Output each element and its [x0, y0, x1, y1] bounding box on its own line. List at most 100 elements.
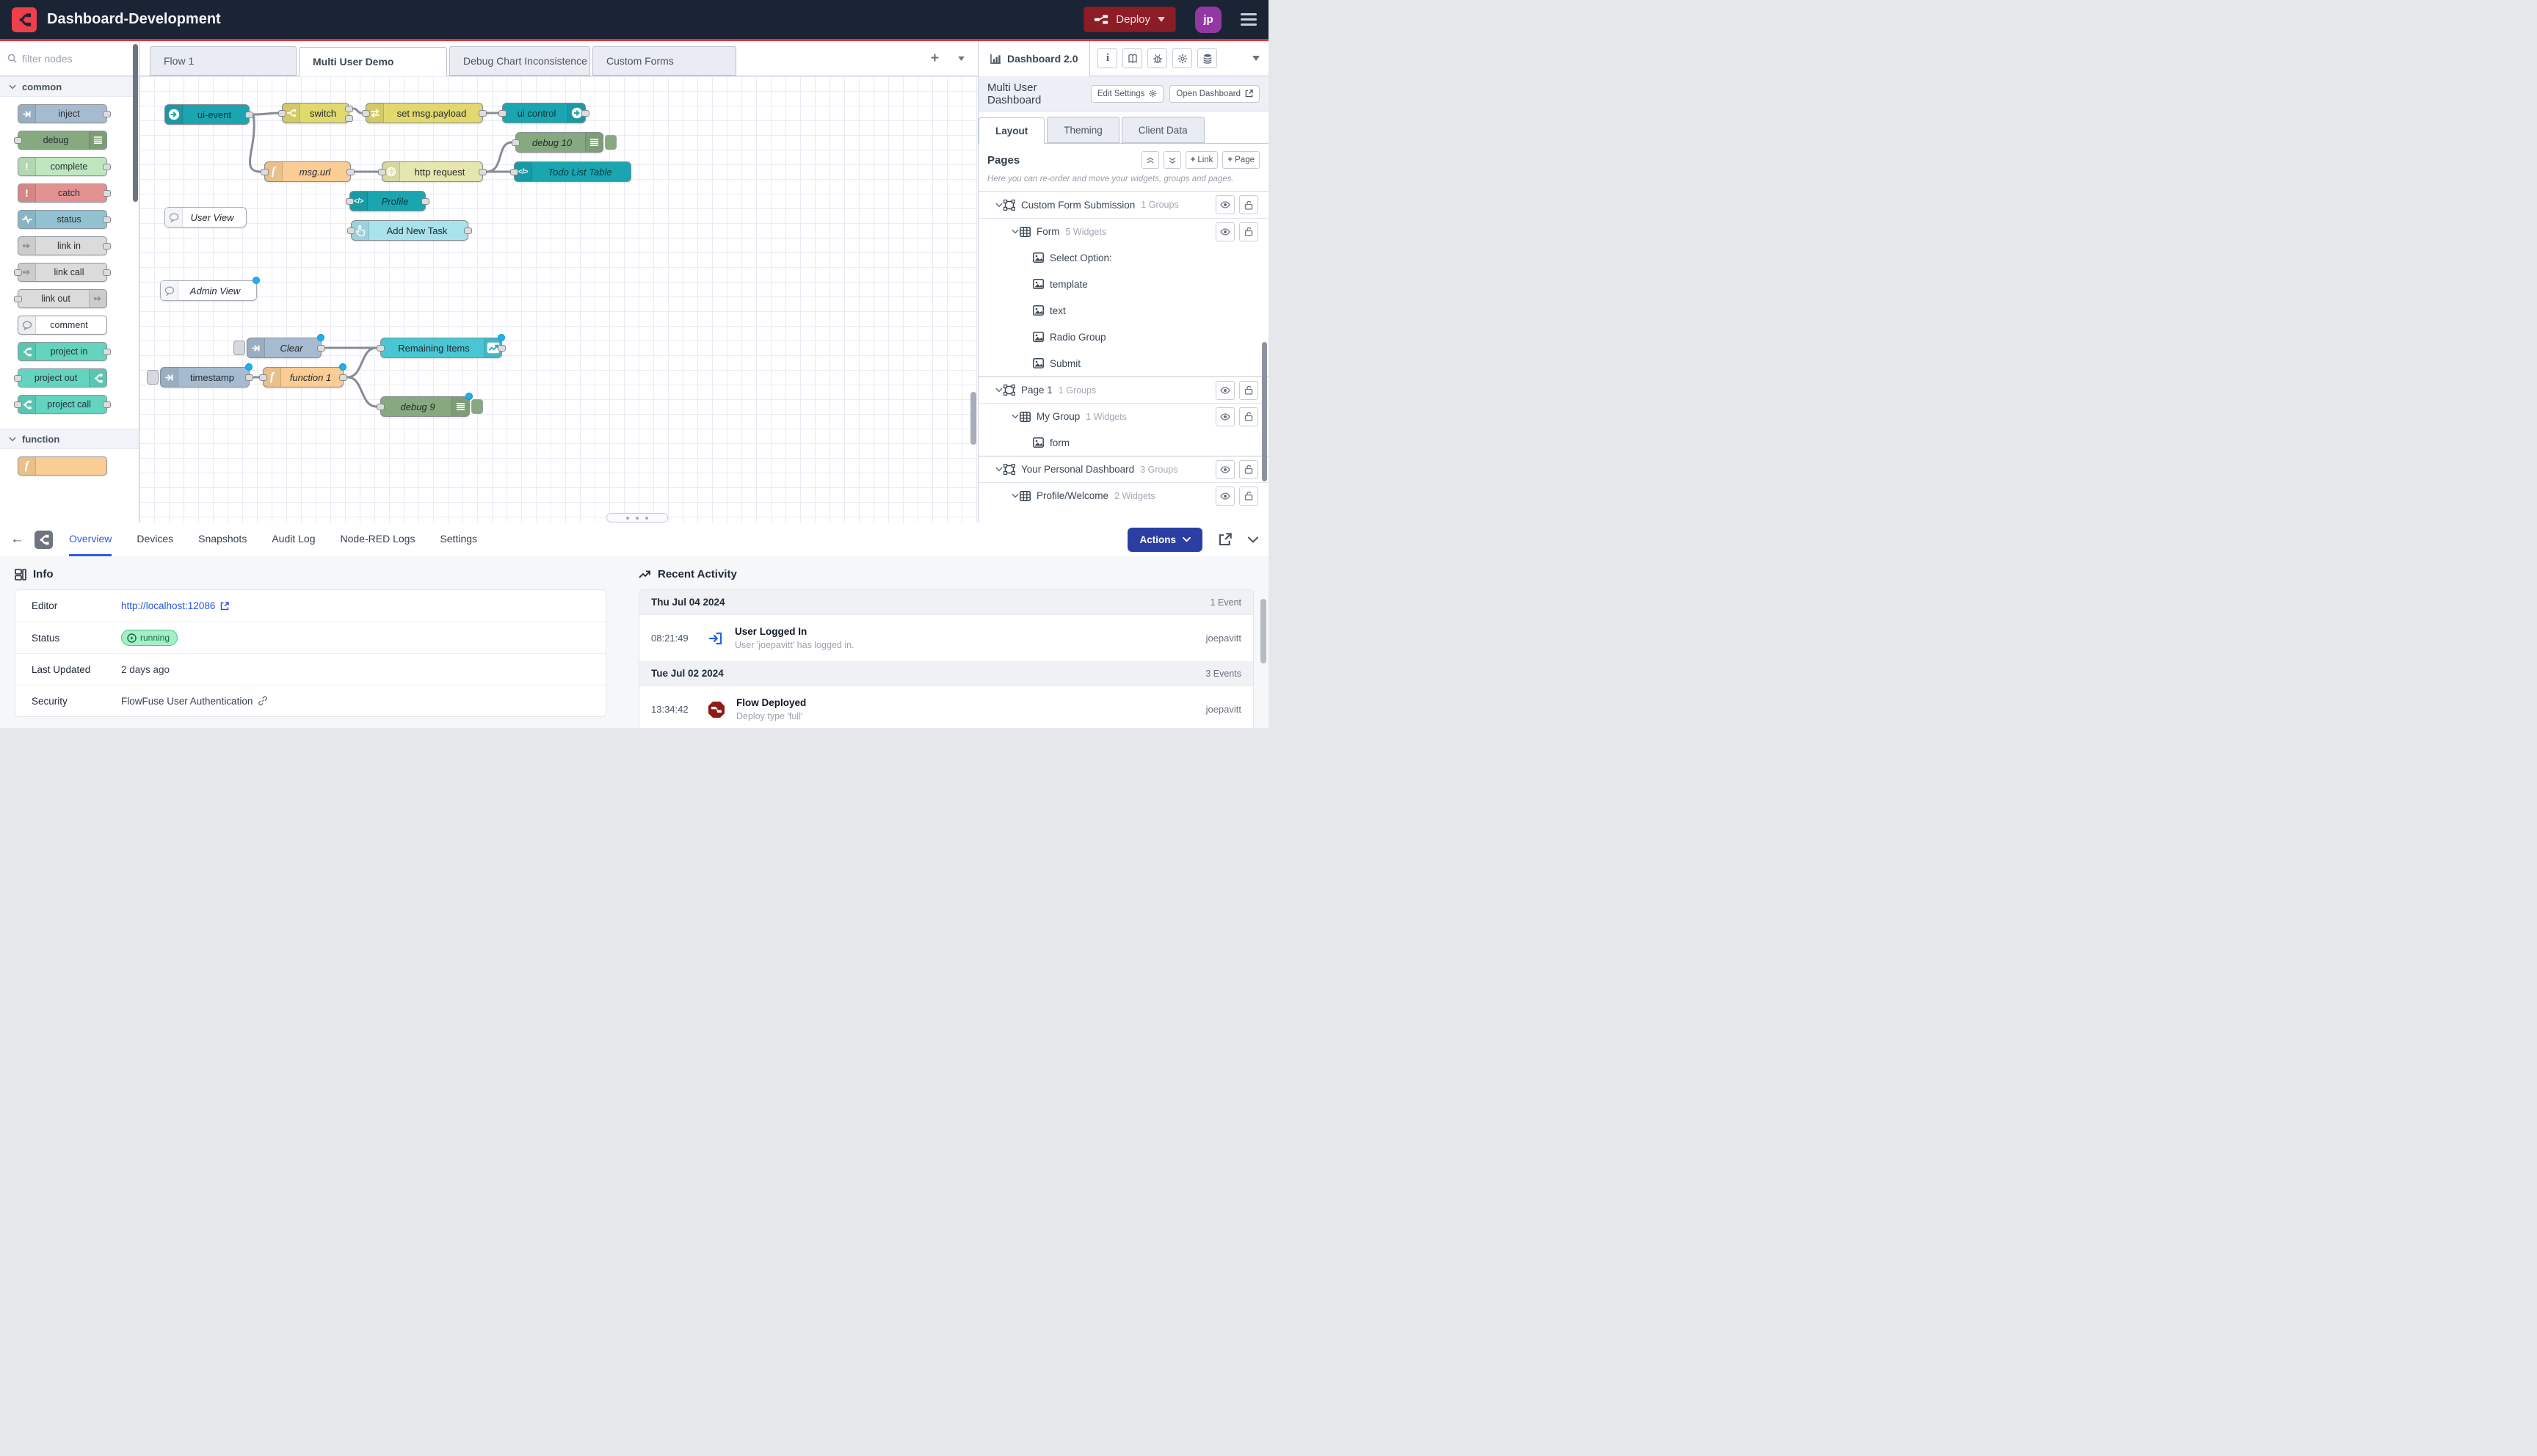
clear-button[interactable]: [233, 341, 245, 355]
edit-settings-button[interactable]: Edit Settings: [1091, 85, 1164, 103]
palette-node-project-call[interactable]: project call: [18, 395, 107, 414]
node-switch[interactable]: switch: [282, 103, 349, 123]
debug-bug-icon[interactable]: [1147, 48, 1167, 68]
back-arrow-icon[interactable]: ←: [10, 531, 24, 547]
output-port[interactable]: [317, 345, 325, 352]
palette-node-project-out[interactable]: project out: [18, 368, 107, 387]
palette-node-comment[interactable]: comment: [18, 316, 107, 335]
lock-toggle[interactable]: [1239, 460, 1258, 479]
open-editor-icon[interactable]: [1219, 533, 1232, 546]
node-clear[interactable]: Clear: [247, 338, 322, 358]
collapse-panel-icon[interactable]: [1248, 536, 1258, 543]
node-profile[interactable]: </>Profile: [349, 191, 426, 211]
input-port[interactable]: [346, 198, 354, 205]
input-port[interactable]: [261, 169, 269, 175]
debug-10-button[interactable]: [605, 135, 617, 150]
output-port[interactable]: [479, 110, 487, 117]
visibility-toggle[interactable]: [1216, 222, 1235, 241]
move-up-button[interactable]: [1142, 151, 1159, 169]
palette-node-link-out[interactable]: link out: [18, 289, 107, 308]
tree-item-template[interactable]: template: [979, 271, 1268, 297]
main-menu-icon[interactable]: [1241, 13, 1257, 26]
instance-tab-snapshots[interactable]: Snapshots: [198, 523, 247, 556]
visibility-toggle[interactable]: [1216, 407, 1235, 426]
output-port[interactable]: [581, 110, 589, 117]
input-port[interactable]: [510, 169, 518, 175]
flow-tab-debug-chart-inconsistence-s[interactable]: Debug Chart Inconsistence S: [449, 46, 590, 76]
output-port[interactable]: [245, 112, 253, 118]
output-port[interactable]: [245, 374, 253, 381]
instance-tab-audit-log[interactable]: Audit Log: [272, 523, 315, 556]
tree-item-select-option[interactable]: Select Option:: [979, 244, 1268, 271]
add-flow-button[interactable]: +: [931, 51, 939, 65]
palette-node-status[interactable]: status: [18, 210, 107, 229]
output-port[interactable]: [103, 349, 111, 355]
node-msg-url[interactable]: fmsg.url: [264, 161, 351, 182]
flow-list-caret-icon[interactable]: [958, 57, 965, 61]
comment-user-view[interactable]: User View: [164, 207, 247, 228]
node-function-1[interactable]: ffunction 1: [263, 367, 344, 387]
node-ui-event[interactable]: ui-event: [164, 104, 250, 125]
comment-admin-view[interactable]: Admin View: [160, 280, 257, 301]
output-port[interactable]: [103, 164, 111, 170]
output-port[interactable]: [464, 228, 472, 234]
output-port[interactable]: [103, 190, 111, 197]
palette-node-inject[interactable]: inject: [18, 104, 107, 123]
node-set-msg-payload[interactable]: set msg.payload: [366, 103, 483, 123]
flow-tab-custom-forms[interactable]: Custom Forms: [592, 46, 736, 76]
palette-node-complete[interactable]: !complete: [18, 157, 107, 176]
output-port[interactable]: [479, 169, 487, 175]
info-tab-button[interactable]: i: [1097, 48, 1117, 68]
node-debug-9[interactable]: debug 9: [380, 396, 470, 417]
panel-resize-handle[interactable]: [606, 513, 668, 523]
sidebar-menu-caret-icon[interactable]: [1252, 56, 1260, 61]
node-todo-list-table[interactable]: </>Todo List Table: [514, 161, 631, 182]
palette-search[interactable]: filter nodes: [0, 41, 139, 76]
node-add-new-task[interactable]: Add New Task: [351, 220, 468, 241]
palette-scrollbar[interactable]: [133, 44, 138, 202]
input-port[interactable]: [14, 375, 22, 382]
help-book-icon[interactable]: [1122, 48, 1142, 68]
palette-node-debug[interactable]: debug: [18, 131, 107, 150]
visibility-toggle[interactable]: [1216, 487, 1235, 506]
output-port[interactable]: [345, 106, 353, 112]
output-port[interactable]: [421, 198, 429, 205]
input-port[interactable]: [512, 139, 520, 146]
input-port[interactable]: [377, 345, 385, 352]
deploy-button[interactable]: Deploy: [1084, 7, 1176, 32]
instance-tab-devices[interactable]: Devices: [137, 523, 173, 556]
output-port[interactable]: [498, 345, 506, 352]
input-port[interactable]: [259, 374, 267, 381]
lock-toggle[interactable]: [1239, 407, 1258, 426]
flow-canvas[interactable]: ui-eventswitchset msg.payloadui controld…: [139, 76, 978, 523]
output-port[interactable]: [345, 115, 353, 122]
tree-item-your-personal-dashboard[interactable]: Your Personal Dashboard3 Groups: [979, 456, 1268, 482]
visibility-toggle[interactable]: [1216, 381, 1235, 400]
deploy-caret-icon[interactable]: [1158, 17, 1165, 22]
input-port[interactable]: [347, 228, 355, 234]
tab-theming[interactable]: Theming: [1047, 117, 1119, 143]
output-port[interactable]: [103, 401, 111, 408]
output-port[interactable]: [346, 169, 355, 175]
timestamp-button[interactable]: [147, 370, 159, 385]
flow-tab-multi-user-demo[interactable]: Multi User Demo: [299, 47, 447, 76]
output-port[interactable]: [103, 216, 111, 223]
tree-item-my-group[interactable]: My Group1 Widgets: [979, 403, 1268, 429]
palette-node-catch[interactable]: !catch: [18, 183, 107, 203]
palette-category-function[interactable]: function: [0, 429, 139, 449]
lock-toggle[interactable]: [1239, 195, 1258, 214]
sidebar-scrollbar[interactable]: [1262, 342, 1267, 481]
chain-icon[interactable]: [258, 696, 268, 706]
instance-tab-settings[interactable]: Settings: [440, 523, 477, 556]
instance-tab-overview[interactable]: Overview: [69, 523, 112, 556]
tab-client-data[interactable]: Client Data: [1122, 117, 1205, 143]
input-port[interactable]: [14, 269, 22, 276]
lock-toggle[interactable]: [1239, 381, 1258, 400]
page-scrollbar[interactable]: [1260, 599, 1266, 663]
tree-item-form[interactable]: Form5 Widgets: [979, 218, 1268, 244]
tree-item-profile-welcome[interactable]: Profile/Welcome2 Widgets: [979, 482, 1268, 509]
tree-item-radio-group[interactable]: Radio Group: [979, 324, 1268, 350]
node-remaining-items[interactable]: Remaining Items: [380, 338, 502, 358]
debug-9-button[interactable]: [471, 399, 483, 414]
input-port[interactable]: [498, 110, 507, 117]
